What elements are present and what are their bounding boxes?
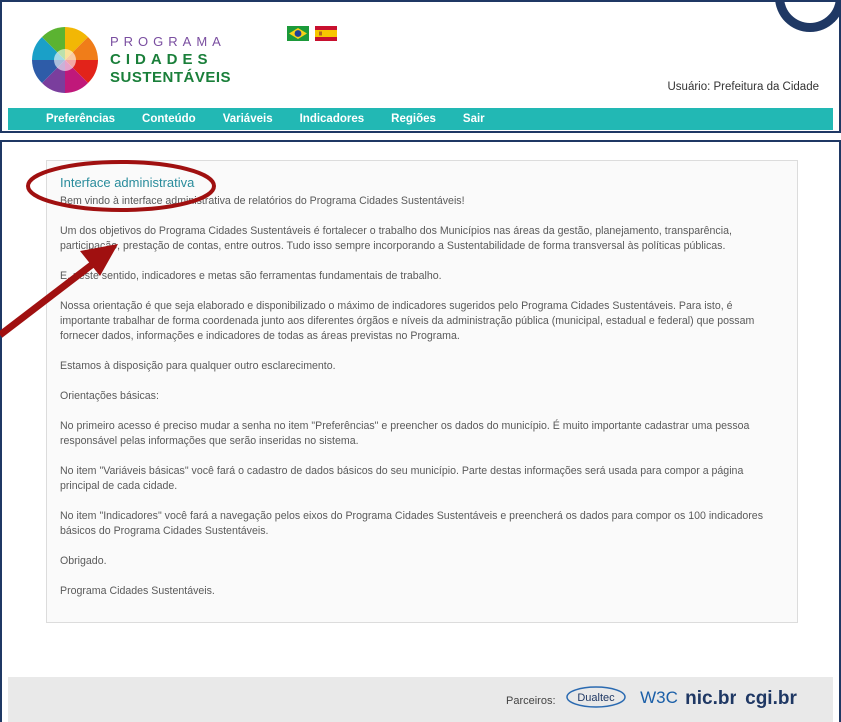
nicbr-logo[interactable]: nic.br	[686, 684, 736, 716]
paragraph-variables: No item "Variáveis básicas" você fará o …	[60, 465, 744, 492]
partner-dualtec-text: Dualtec	[577, 692, 615, 704]
paragraph-welcome: Bem vindo à interface administrativa de …	[60, 195, 465, 207]
cgibr-logo[interactable]: cgi.br	[744, 684, 798, 716]
paragraph-orientation: Nossa orientação é que seja elaborado e …	[60, 300, 755, 342]
page-title: Interface administrativa	[60, 175, 195, 190]
logo-text-sustentaveis: SUSTENTÁVEIS	[110, 69, 232, 86]
nav-item-indicadores[interactable]: Indicadores	[300, 113, 365, 125]
paragraph-thanks: Obrigado.	[60, 555, 107, 567]
logo-text-cidades: CIDADES	[110, 51, 213, 68]
w3c-logo[interactable]: W3C	[638, 684, 680, 714]
nav-item-variaveis[interactable]: Variáveis	[223, 113, 273, 125]
paragraph-basic-heading: Orientações básicas:	[60, 390, 159, 402]
paragraph-signature: Programa Cidades Sustentáveis.	[60, 585, 215, 597]
logo-icon	[32, 27, 98, 93]
main-nav: Preferências Conteúdo Variáveis Indicado…	[8, 108, 833, 130]
paragraph-indicators-item: No item "Indicadores" você fará a navega…	[60, 510, 763, 537]
partner-cgibr-text: cgi.br	[745, 688, 797, 709]
paragraph-disposition: Estamos à disposição para qualquer outro…	[60, 360, 336, 372]
corner-decoration	[775, 0, 841, 32]
paragraph-objectives: Um dos objetivos do Programa Cidades Sus…	[60, 225, 732, 252]
user-label: Usuário: Prefeitura da Cidade	[667, 81, 820, 93]
brazil-flag-icon[interactable]	[287, 26, 309, 41]
logo-text-programa: PROGRAMA	[110, 34, 226, 49]
paragraph-first-access: No primeiro acesso é preciso mudar a sen…	[60, 420, 750, 447]
language-flags	[287, 26, 337, 41]
paragraph-indicators: E, neste sentido, indicadores e metas sã…	[60, 270, 442, 282]
spain-flag-icon[interactable]	[315, 26, 337, 41]
dualtec-logo[interactable]: Dualtec	[565, 684, 627, 714]
nav-item-preferencias[interactable]: Preferências	[46, 113, 115, 125]
partner-w3c-text: W3C	[640, 688, 678, 707]
nav-item-regioes[interactable]: Regiões	[391, 113, 436, 125]
nav-item-conteudo[interactable]: Conteúdo	[142, 113, 196, 125]
partners-label: Parceiros:	[506, 695, 556, 707]
partner-nicbr-text: nic.br	[686, 688, 736, 709]
nav-item-sair[interactable]: Sair	[463, 113, 485, 125]
welcome-panel: Interface administrativa Bem vindo à int…	[46, 160, 798, 623]
